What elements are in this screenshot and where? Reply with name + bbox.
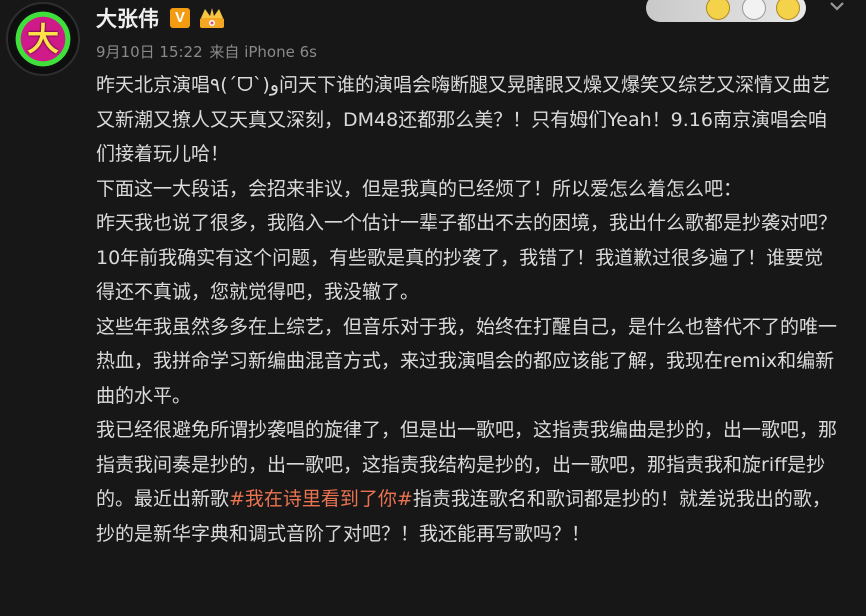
cartoon-face-icon: [706, 0, 730, 20]
verified-badge-icon[interactable]: V: [170, 8, 190, 28]
cartoon-face-icon: [742, 0, 766, 20]
post-paragraph: 昨天我也说了很多，我陷入一个估计一辈子都出不去的困境，我出什么歌都是抄袭对吧？: [96, 212, 838, 234]
username[interactable]: 大张伟: [96, 6, 159, 32]
post-paragraph: 下面这一大段话，会招来非议，但是我真的已经烦了！所以爱怎么着怎么吧：: [96, 177, 743, 200]
chevron-down-icon[interactable]: [826, 0, 848, 16]
post-meta: 9月10日 15:22 来自 iPhone 6s: [96, 42, 319, 62]
post-paragraph: 昨天北京演唱٩(ˊᗜˋ)و问天下谁的演唱会嗨断腿又晃瞎眼又燥又爆笑又综艺又深情又…: [96, 74, 831, 165]
cartoon-face-icon: [776, 0, 800, 20]
post-paragraph: 10年前我确实有这个问题，有些歌是真的抄袭了，我错了！我道歉过很多遍了！谁要觉得…: [96, 246, 824, 304]
post-paragraph: 我已经很避免所谓抄袭唱的旋律了，但是出一歌吧，这指责我编曲是抄的，出一歌吧，那指…: [96, 413, 840, 551]
post-date[interactable]: 9月10日 15:22: [96, 43, 203, 61]
card-decoration[interactable]: [646, 0, 806, 22]
post-paragraph: 这些年我虽然多多在上综艺，但音乐对于我，始终在打醒自己，是什么也替代不了的唯一热…: [96, 315, 838, 407]
weibo-post: 大 大张伟 V 9月10日 15:22 来自 iPhone 6s 昨天北京演唱٩…: [0, 0, 866, 616]
avatar[interactable]: 大: [6, 2, 80, 76]
hashtag-link[interactable]: #我在诗里看到了你#: [229, 488, 413, 510]
crown-icon[interactable]: [198, 6, 226, 30]
avatar-glyph: 大: [26, 20, 59, 58]
post-source: 来自 iPhone 6s: [209, 43, 317, 61]
post-body: 昨天北京演唱٩(ˊᗜˋ)و问天下谁的演唱会嗨断腿又晃瞎眼又燥又爆笑又综艺又深情又…: [96, 68, 840, 551]
